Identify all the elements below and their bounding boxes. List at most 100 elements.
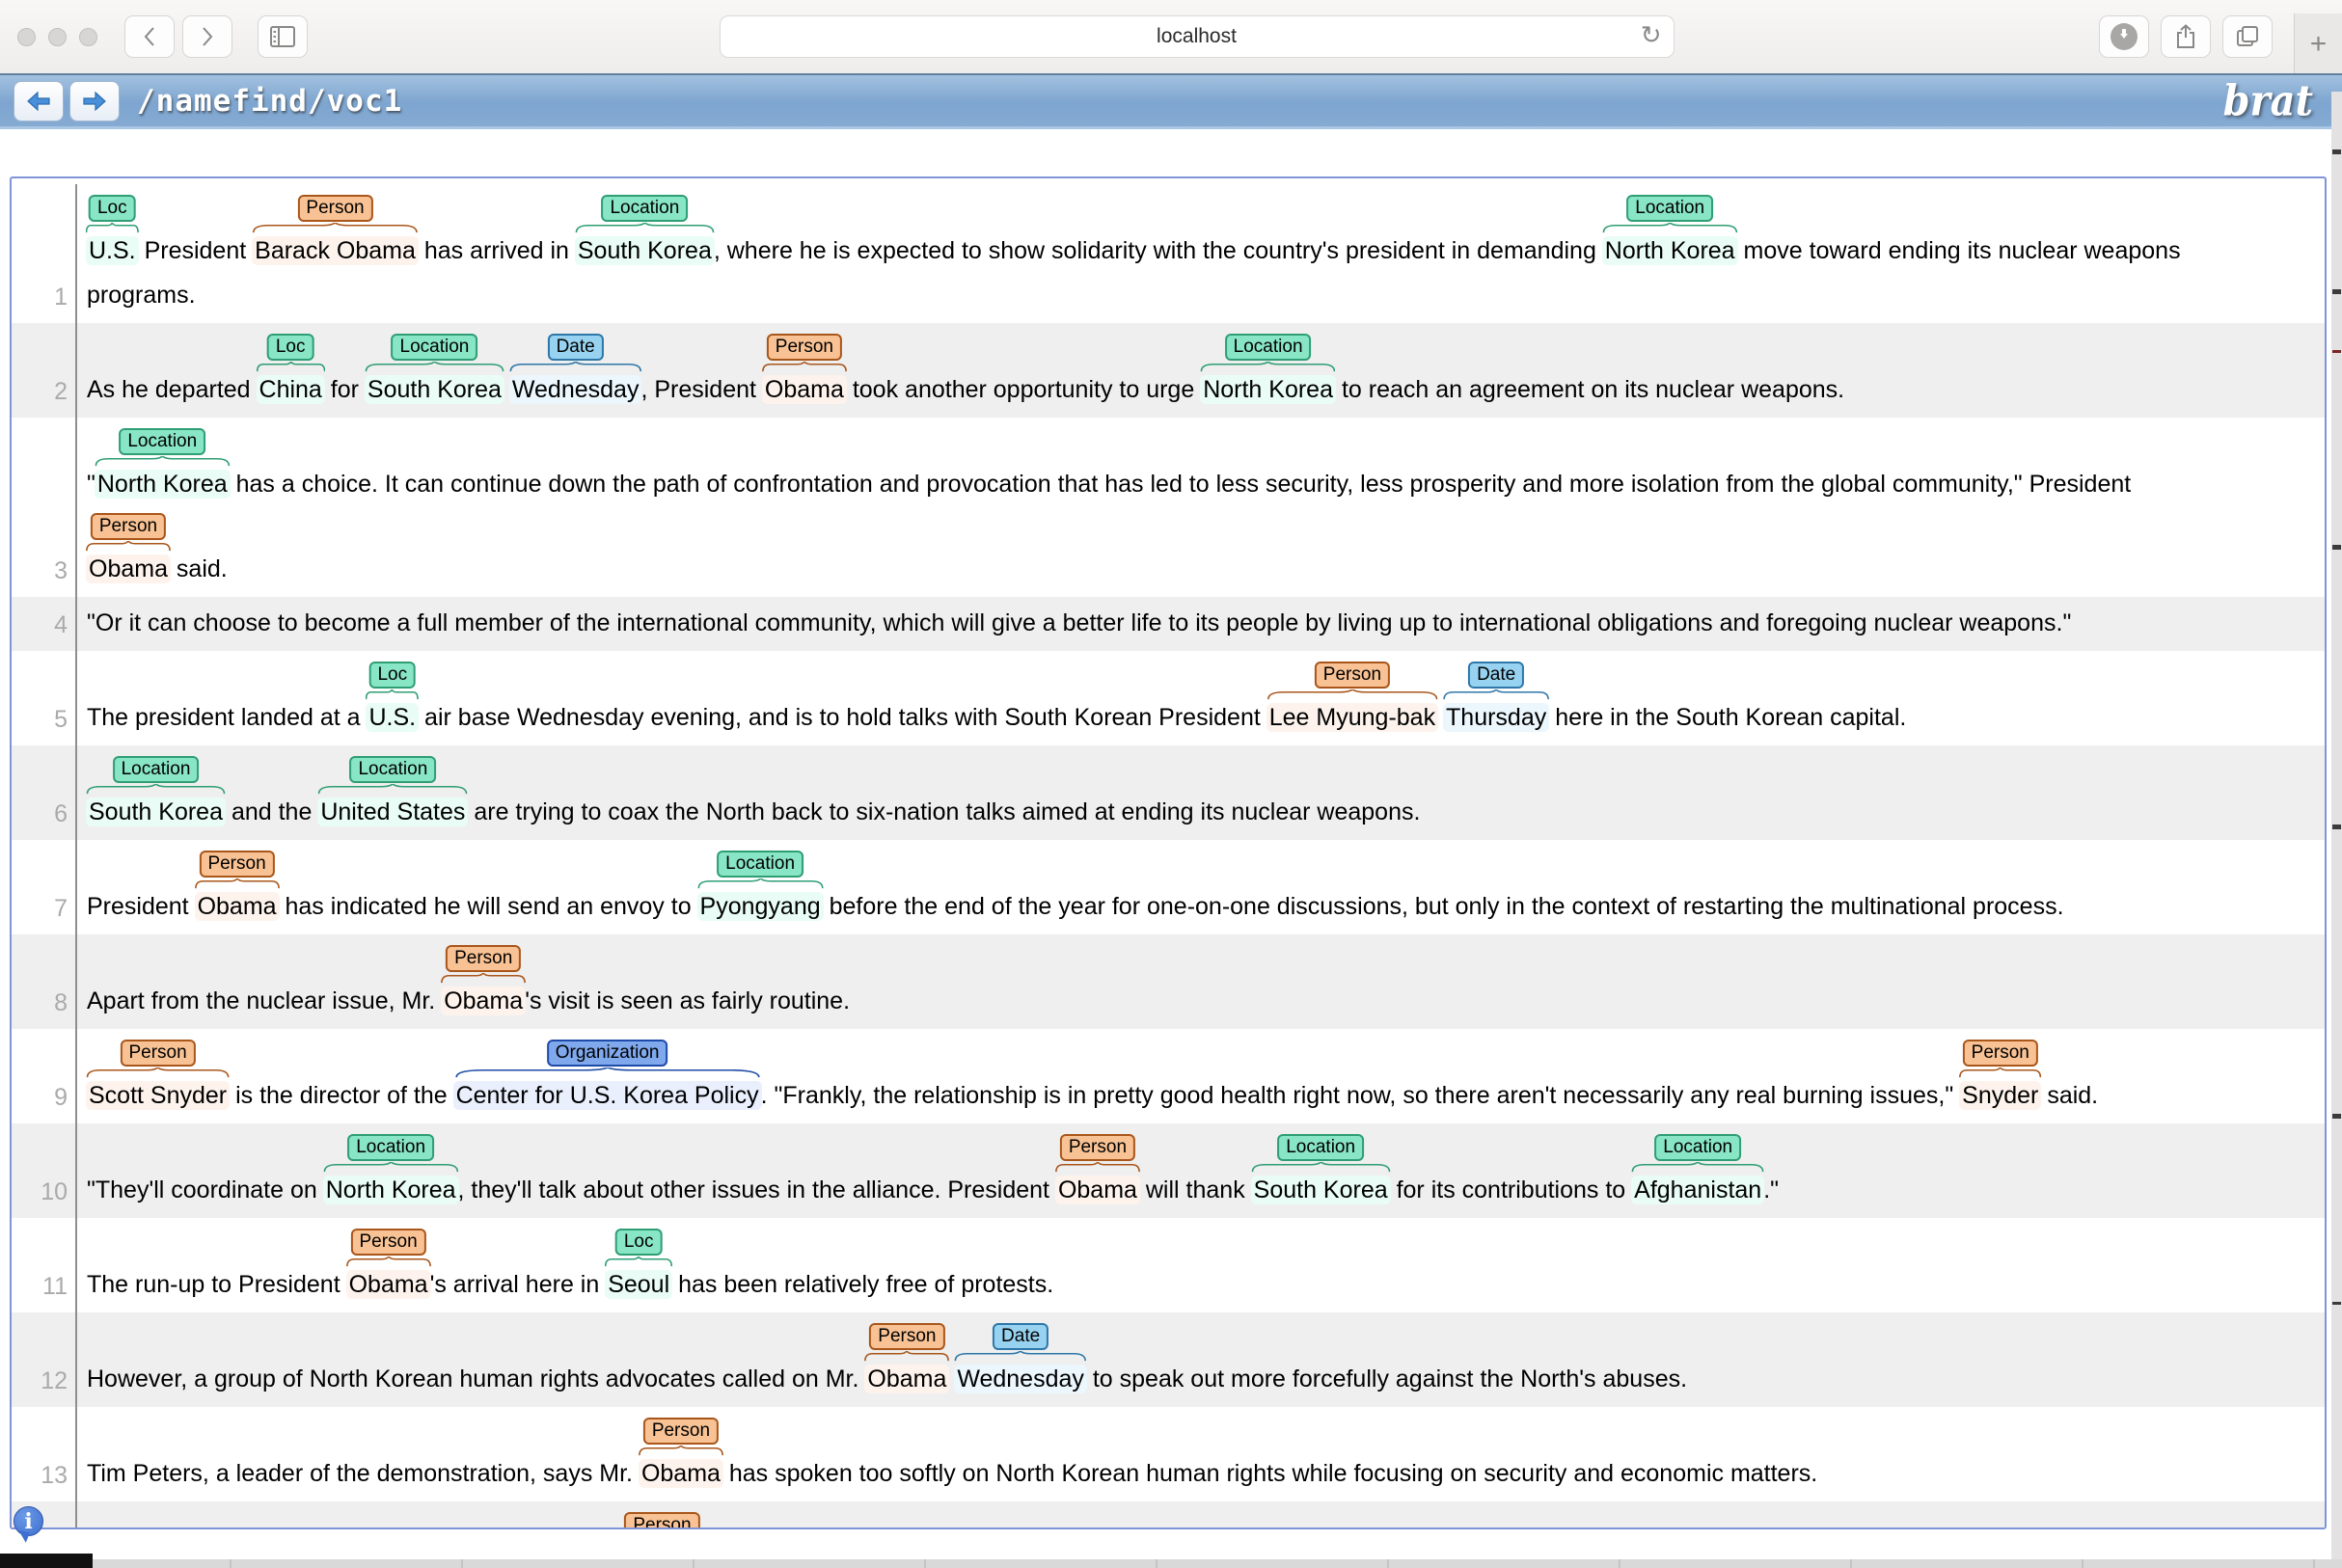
share-button[interactable]: [2161, 15, 2211, 58]
entity-label[interactable]: Location: [1277, 1134, 1364, 1161]
text-line: However, a group of North Korean human r…: [87, 1312, 2325, 1397]
entity-label[interactable]: Person: [1963, 1040, 2038, 1067]
entity-span-person[interactable]: PersonObama: [87, 551, 170, 587]
entity-span-person[interactable]: PersonBarack Obama: [253, 232, 418, 269]
brace-connector: [1200, 362, 1336, 372]
entity-span-loc[interactable]: LocU.S.: [367, 699, 418, 736]
entity-label[interactable]: Location: [717, 851, 803, 878]
sidebar-toggle-button[interactable]: [258, 15, 308, 58]
entity-span-person[interactable]: PersonLee Myung-bak: [1267, 699, 1437, 736]
entity-span-person[interactable]: PersonScott Snyder: [87, 1077, 229, 1114]
brace-connector: [509, 362, 642, 372]
entity-span-location[interactable]: LocationSouth Korea: [1252, 1172, 1390, 1208]
forward-button[interactable]: [182, 15, 232, 58]
entity-span-person[interactable]: PersonObama: [1056, 1172, 1139, 1208]
brace-connector: [1602, 223, 1738, 233]
entity-span-person[interactable]: PersonSnyder: [1960, 1077, 2040, 1114]
entity-span-person[interactable]: PersonObama: [640, 1455, 722, 1492]
entity-label[interactable]: Organization: [547, 1040, 668, 1067]
entity-span-person[interactable]: PersonObama: [347, 1266, 430, 1303]
sidebar-icon: [270, 26, 295, 47]
entity-span-person[interactable]: PersonObama: [196, 888, 279, 925]
entity-label[interactable]: Location: [601, 195, 688, 222]
entity-span-organization[interactable]: OrganizationCenter for U.S. Korea Policy: [454, 1077, 761, 1114]
back-button[interactable]: [124, 15, 175, 58]
entity-text: Center for U.S. Korea Policy: [453, 1081, 762, 1110]
zoom-button[interactable]: [79, 28, 97, 46]
show-tabs-button[interactable]: [2222, 15, 2273, 58]
entity-text: Pyongyang: [697, 892, 824, 921]
text-row: 6LocationSouth Korea and the LocationUni…: [12, 745, 2325, 840]
downloads-button[interactable]: [2099, 15, 2149, 58]
row-content: President PersonObama has indicated he w…: [77, 840, 2325, 934]
download-icon: [2111, 23, 2138, 50]
entity-label[interactable]: Loc: [615, 1229, 663, 1256]
entity-span-loc[interactable]: LocChina: [258, 371, 324, 408]
entity-label[interactable]: Person: [869, 1323, 944, 1350]
entity-label[interactable]: Location: [119, 428, 205, 455]
new-tab-button[interactable]: +: [2294, 14, 2342, 75]
entity-span-location[interactable]: LocationNorth Korea: [1603, 232, 1737, 269]
text-line: LocU.S. President PersonBarack Obama has…: [87, 184, 2325, 269]
brace-connector: [1631, 1162, 1764, 1173]
brat-forward-button[interactable]: [69, 81, 120, 122]
entity-label[interactable]: Person: [643, 1418, 719, 1445]
entity-label[interactable]: Person: [1315, 662, 1390, 689]
info-icon[interactable]: i: [14, 1506, 43, 1536]
entity-span-location[interactable]: LocationUnited States: [318, 794, 467, 830]
entity-label[interactable]: Location: [1626, 195, 1713, 222]
row-content: The run-up to President PersonObama's ar…: [77, 1218, 2325, 1312]
entity-span-person[interactable]: PersonObama: [442, 983, 525, 1019]
entity-span-loc[interactable]: LocU.S.: [87, 232, 138, 269]
address-bar[interactable]: localhost ↻: [720, 15, 1675, 58]
entity-span-location[interactable]: LocationPyongyang: [698, 888, 823, 925]
entity-span-person[interactable]: PersonObama: [763, 371, 846, 408]
entity-label[interactable]: Location: [349, 756, 436, 783]
entity-label[interactable]: Date: [993, 1323, 1048, 1350]
entity-label[interactable]: Loc: [89, 195, 136, 222]
entity-label[interactable]: Location: [392, 334, 478, 361]
entity-label[interactable]: Person: [624, 1512, 699, 1529]
entity-span-location[interactable]: LocationSouth Korea: [87, 794, 225, 830]
entity-span-location[interactable]: LocationNorth Korea: [95, 466, 230, 502]
entity-span-location[interactable]: LocationNorth Korea: [1201, 371, 1335, 408]
brat-back-button[interactable]: [14, 81, 64, 122]
entity-label[interactable]: Person: [1060, 1134, 1135, 1161]
entity-span-date[interactable]: DateWednesday: [955, 1361, 1086, 1397]
entity-label[interactable]: Date: [1468, 662, 1524, 689]
entity-span-location[interactable]: LocationAfghanistan: [1632, 1172, 1763, 1208]
line-number: 4: [12, 597, 77, 651]
row-content: "Mr. President, your voice is desperatel…: [77, 1501, 2325, 1529]
entity-label[interactable]: Person: [199, 851, 274, 878]
entity-span-location[interactable]: LocationSouth Korea: [576, 232, 714, 269]
entity-span-date[interactable]: DateWednesday: [510, 371, 641, 408]
entity-span-person[interactable]: PersonObama: [865, 1361, 948, 1397]
entity-text: North Korea: [323, 1176, 459, 1204]
brace-connector: [1959, 1068, 2041, 1078]
entity-span-location[interactable]: LocationSouth Korea: [366, 371, 504, 408]
reload-icon[interactable]: ↻: [1641, 20, 1662, 50]
entity-label[interactable]: Location: [1225, 334, 1312, 361]
text-row: 12However, a group of North Korean human…: [12, 1312, 2325, 1407]
minimize-button[interactable]: [48, 28, 67, 46]
entity-label[interactable]: Person: [446, 945, 521, 972]
entity-span-date[interactable]: DateThursday: [1444, 699, 1548, 736]
entity-span-loc[interactable]: LocSeoul: [606, 1266, 671, 1303]
entity-label[interactable]: Person: [91, 513, 166, 540]
entity-label[interactable]: Person: [120, 1040, 195, 1067]
entity-span-location[interactable]: LocationNorth Korea: [324, 1172, 458, 1208]
entity-label[interactable]: Loc: [368, 662, 416, 689]
entity-label[interactable]: Date: [548, 334, 604, 361]
entity-label[interactable]: Location: [347, 1134, 434, 1161]
entity-label[interactable]: Person: [767, 334, 842, 361]
entity-label[interactable]: Location: [113, 756, 200, 783]
entity-label[interactable]: Location: [1654, 1134, 1741, 1161]
entity-text: Lee Myung-bak: [1266, 703, 1438, 732]
close-button[interactable]: [17, 28, 36, 46]
entity-label[interactable]: Loc: [267, 334, 314, 361]
entity-text: North Korea: [1602, 236, 1738, 265]
entity-label[interactable]: Person: [350, 1229, 425, 1256]
entity-label[interactable]: Person: [297, 195, 372, 222]
tabs-icon: [2236, 25, 2259, 48]
row-content: "They'll coordinate on LocationNorth Kor…: [77, 1123, 2325, 1218]
